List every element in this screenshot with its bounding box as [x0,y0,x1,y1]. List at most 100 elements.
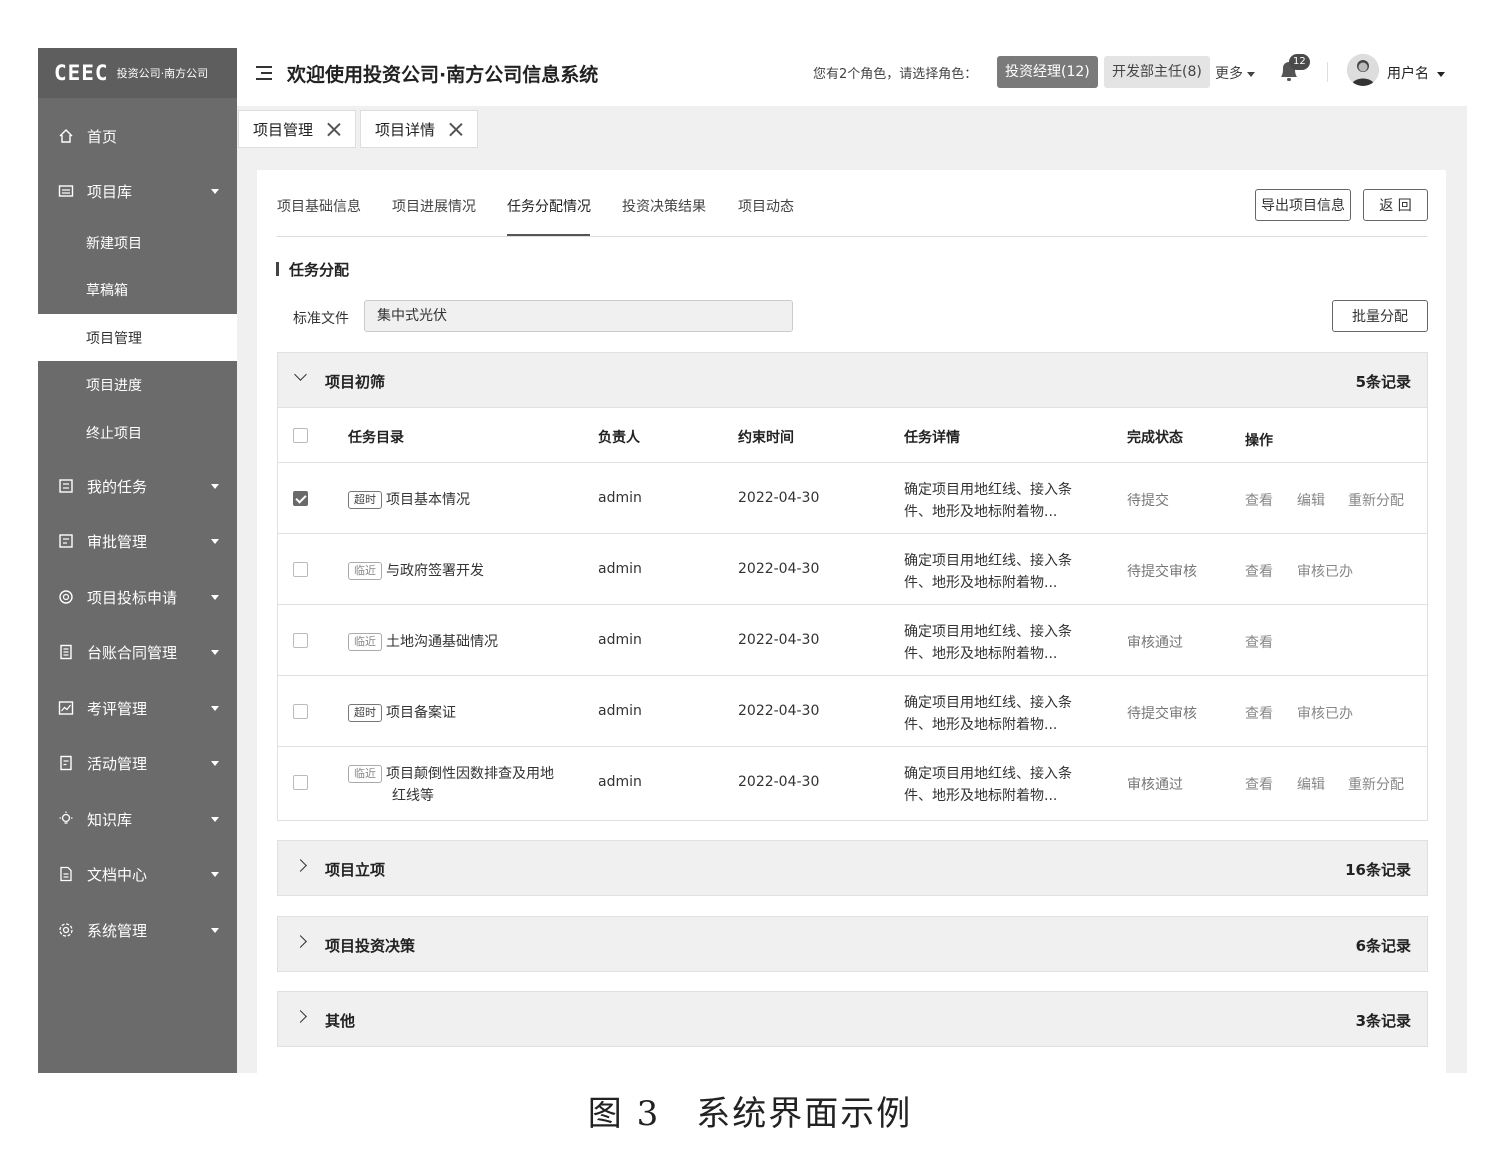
page-tab-project-detail[interactable]: 项目详情 [360,110,478,148]
chevron-down-icon [211,595,219,600]
standard-file-field[interactable]: 集中式光伏 [364,300,793,332]
sidebar-item-label: 文档中心 [87,865,148,884]
view-link[interactable]: 查看 [1245,703,1273,723]
page-title: 欢迎使用投资公司·南方公司信息系统 [287,64,599,86]
task-cell: 临近 土地沟通基础情况 [348,631,498,651]
avatar[interactable] [1347,54,1379,86]
view-link[interactable]: 查看 [1245,490,1273,510]
sidebar-item-evaluation[interactable]: 考评管理 [38,688,237,728]
sidebar-item-knowledge[interactable]: 知识库 [38,799,237,839]
overdue-tag: 超时 [348,704,382,722]
sidebar-item-bidding[interactable]: 项目投标申请 [38,577,237,617]
page-tab-project-management[interactable]: 项目管理 [238,110,356,148]
row-checkbox[interactable] [293,704,308,719]
row-checkbox[interactable] [293,775,308,790]
close-icon[interactable] [449,122,463,136]
sidebar-item-ledger[interactable]: 台账合同管理 [38,632,237,672]
reassign-link[interactable]: 重新分配 [1348,490,1404,510]
review-done-link[interactable]: 审核已办 [1297,703,1353,723]
status: 审核通过 [1127,777,1183,793]
sidebar-item-system[interactable]: 系统管理 [38,910,237,950]
deadline: 2022-04-30 [738,561,820,577]
group-name: 项目立项 [325,861,386,879]
group-name: 其他 [325,1012,356,1030]
sidebar-item-project-library[interactable]: 项目库 [38,171,237,211]
edit-link[interactable]: 编辑 [1297,490,1325,510]
reassign-link[interactable]: 重新分配 [1348,774,1404,794]
close-icon[interactable] [327,122,341,136]
task-cell: 超时 项目基本情况 [348,489,470,509]
sidebar-subitem-project-progress[interactable]: 项目进度 [38,365,237,405]
user-menu[interactable]: 用户名 [1387,63,1445,83]
detail-line: 确定项目用地红线、接入条 [904,766,1072,782]
page-tab-label: 项目管理 [253,120,314,139]
standard-file-label: 标准文件 [293,311,349,327]
settings-icon [57,921,75,939]
sidebar-item-activity[interactable]: 活动管理 [38,743,237,783]
detail-line: 件、地形及地标附着物... [904,575,1058,591]
export-project-button[interactable]: 导出项目信息 [1255,189,1351,221]
chevron-right-icon[interactable] [294,1010,307,1023]
tab-task-assignment[interactable]: 任务分配情况 [507,196,591,216]
group-header-project-approval[interactable]: 项目立项 16条记录 [277,840,1428,896]
view-link[interactable]: 查看 [1245,774,1273,794]
view-link[interactable]: 查看 [1245,632,1273,652]
tab-basic-info[interactable]: 项目基础信息 [277,196,361,216]
chevron-right-icon[interactable] [294,935,307,948]
back-button[interactable]: 返 回 [1363,189,1428,221]
sidebar-item-documents[interactable]: 文档中心 [38,854,237,894]
role-dev-director-button[interactable]: 开发部主任(8) [1104,56,1210,88]
tab-project-news[interactable]: 项目动态 [738,196,794,216]
group-name: 项目初筛 [325,373,386,391]
table-row: 临近 与政府签署开发 admin 2022-04-30 确定项目用地红线、接入条件… [278,534,1427,605]
sidebar-item-home[interactable]: 首页 [38,116,237,156]
sidebar-subitem-project-management[interactable]: 项目管理 [38,314,237,361]
top-bar: 欢迎使用投资公司·南方公司信息系统 您有2个角色，请选择角色： 投资经理(12)… [237,48,1467,106]
task-detail: 确定项目用地红线、接入条 件、地形及地标附着物... [904,550,1072,594]
deadline: 2022-04-30 [738,490,820,506]
chevron-down-icon[interactable] [294,368,307,381]
task-icon [57,477,75,495]
task-cell: 超时 项目备案证 [348,702,456,722]
role-investment-manager-button[interactable]: 投资经理(12) [997,56,1098,88]
task-cell: 临近 与政府签署开发 [348,560,484,580]
chevron-down-icon [211,650,219,655]
sidebar-item-my-tasks[interactable]: 我的任务 [38,466,237,506]
near-due-tag: 临近 [348,633,382,651]
sidebar-subitem-new-project[interactable]: 新建项目 [38,223,237,263]
review-done-link[interactable]: 审核已办 [1297,561,1353,581]
target-icon [57,588,75,606]
row-checkbox[interactable] [293,491,308,506]
sidebar-subitem-drafts[interactable]: 草稿箱 [38,270,237,310]
row-checkbox[interactable] [293,562,308,577]
chevron-down-icon [211,484,219,489]
sidebar-item-approval[interactable]: 审批管理 [38,521,237,561]
group-count: 6条记录 [1355,937,1411,955]
bulb-icon [57,810,75,828]
select-all-checkbox[interactable] [293,428,308,443]
status: 待提交审核 [1127,706,1197,722]
sidebar: CEEC 投资公司·南方公司 首页 项目库 新建项目 草稿箱 项目管理 项目进度… [38,48,237,1073]
group-name: 项目投资决策 [325,937,416,955]
batch-assign-button[interactable]: 批量分配 [1332,300,1428,332]
more-roles-dropdown[interactable]: 更多 [1215,63,1255,83]
sidebar-subitem-terminate-project[interactable]: 终止项目 [38,413,237,453]
menu-toggle-icon[interactable] [256,66,272,80]
deadline: 2022-04-30 [738,774,820,790]
tab-progress[interactable]: 项目进展情况 [392,196,476,216]
table-row: 临近 土地沟通基础情况 admin 2022-04-30 确定项目用地红线、接入条… [278,605,1427,676]
divider [1327,62,1328,82]
group-header-investment-decision[interactable]: 项目投资决策 6条记录 [277,916,1428,972]
chevron-right-icon[interactable] [294,859,307,872]
detail-card: 项目基础信息 项目进展情况 任务分配情况 投资决策结果 项目动态 导出项目信息 … [257,170,1446,1073]
username: 用户名 [1387,66,1429,82]
group-header-initial-screening[interactable]: 项目初筛 5条记录 [277,352,1428,408]
tab-investment-decision[interactable]: 投资决策结果 [622,196,706,216]
task-table: 任务目录 负责人 约束时间 任务详情 完成状态 操作 超时 项目基本情况 admi… [277,408,1428,821]
task-name: 土地沟通基础情况 [386,634,498,650]
view-link[interactable]: 查看 [1245,561,1273,581]
group-header-other[interactable]: 其他 3条记录 [277,991,1428,1047]
ledger-icon [57,643,75,661]
row-checkbox[interactable] [293,633,308,648]
edit-link[interactable]: 编辑 [1297,774,1325,794]
